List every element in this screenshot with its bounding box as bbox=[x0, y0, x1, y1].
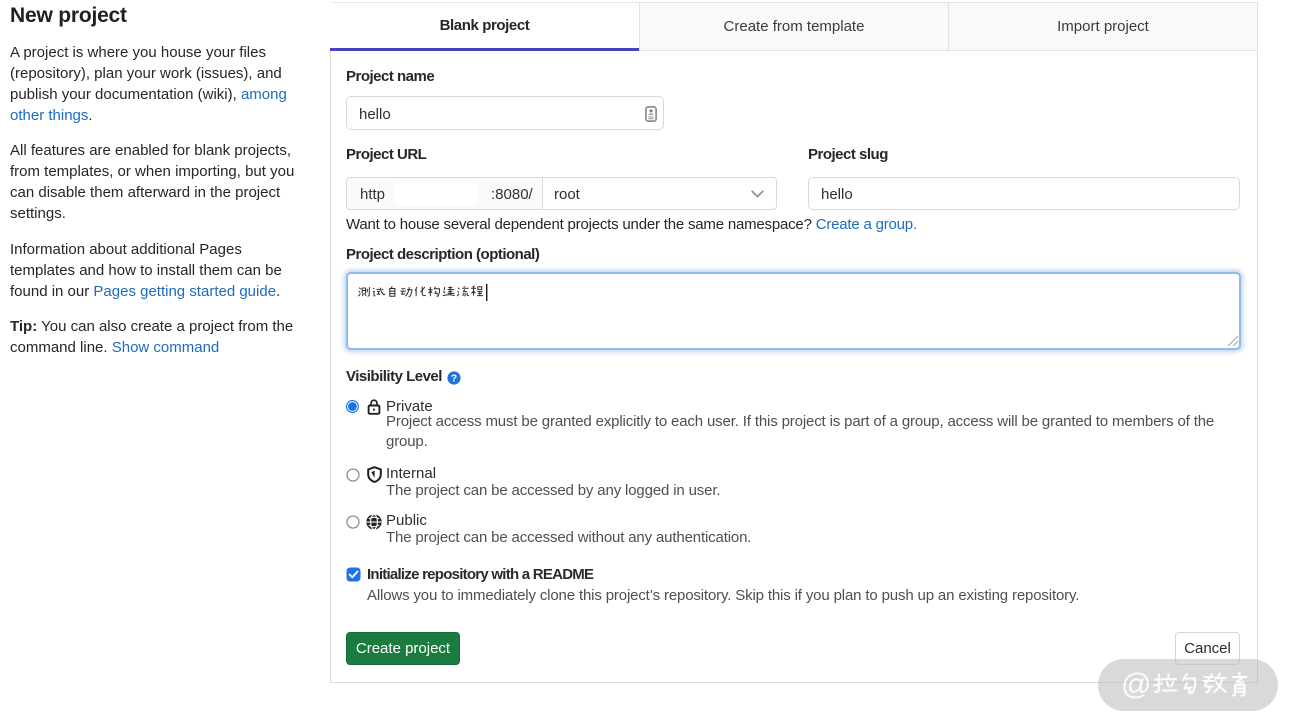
svg-text:?: ? bbox=[451, 373, 457, 385]
